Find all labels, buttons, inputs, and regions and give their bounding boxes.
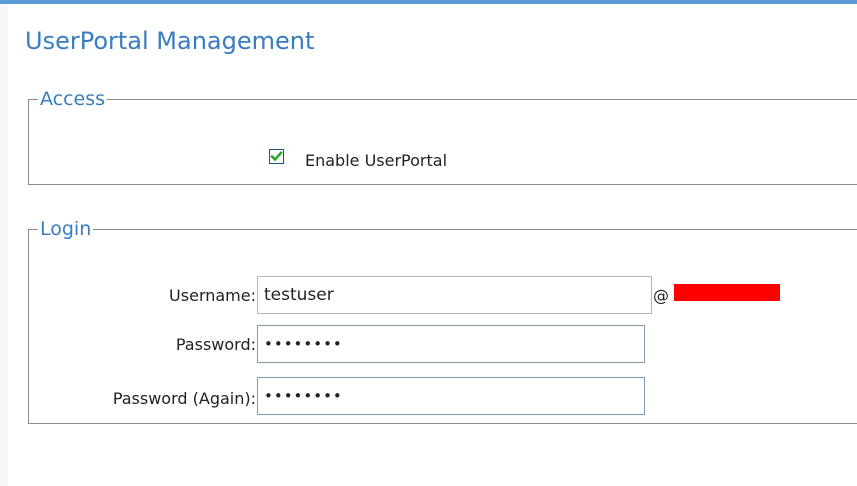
left-gutter <box>0 4 8 486</box>
enable-userportal-label[interactable]: Enable UserPortal <box>305 151 447 170</box>
username-label: Username: <box>169 286 256 305</box>
redacted-domain <box>674 284 780 301</box>
password-label: Password: <box>175 335 256 354</box>
checkmark-icon <box>270 151 283 162</box>
password-again-value: •••••••• <box>264 387 343 405</box>
login-legend: Login <box>40 218 92 240</box>
access-fieldset: Access Enable UserPortal <box>28 90 857 185</box>
page-title: UserPortal Management <box>25 27 315 55</box>
password-value: •••••••• <box>264 335 343 353</box>
username-field[interactable]: testuser <box>257 276 652 314</box>
access-legend: Access <box>40 88 106 110</box>
domain-at-sign: @ <box>653 286 669 305</box>
password-again-field[interactable]: •••••••• <box>257 377 645 415</box>
enable-userportal-checkbox[interactable] <box>269 149 284 164</box>
login-fieldset: Login Username: testuser @ Password: •••… <box>28 220 857 424</box>
password-field[interactable]: •••••••• <box>257 325 645 363</box>
password-again-label: Password (Again): <box>112 389 256 408</box>
username-value: testuser <box>264 285 334 305</box>
top-accent-bar <box>0 0 857 4</box>
